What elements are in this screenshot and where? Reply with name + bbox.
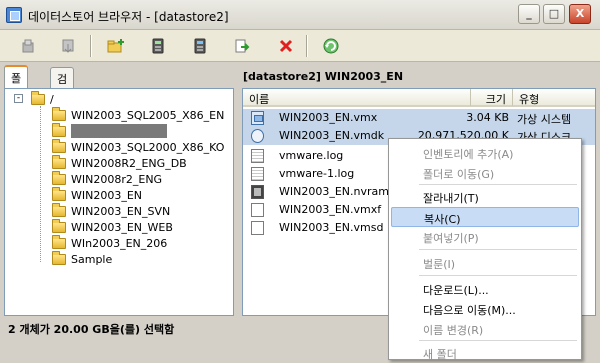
menu-item-new-folder[interactable]: 새 폴더 [391,343,579,363]
tree-item[interactable]: WIN2008R2_ENG_DB [52,154,187,171]
delete-icon [279,39,293,53]
download-button[interactable] [55,34,81,58]
tree-item-label: WIN2003_EN_WEB [71,220,173,234]
upload-button[interactable] [15,34,41,58]
add-to-inventory-icon [152,38,164,54]
folder-icon [52,218,66,233]
disk-icon [194,38,206,54]
menu-item-paste[interactable]: 붙여넣기(P) [391,227,579,247]
tree-root-label: / [50,92,54,106]
vm-icon [251,111,264,125]
file-row[interactable]: WIN2003_EN.vmx 3.04 KB 가상 시스템 [243,109,595,127]
folder-icon [52,202,66,217]
delete-button[interactable] [273,34,299,58]
close-button[interactable]: X [569,4,591,24]
tree-item-label: WIN2003_SQL2000_X86_KO [71,140,225,154]
move-icon [235,39,250,53]
refresh-button[interactable] [318,34,344,58]
file-name: WIN2003_EN.vmdk [279,129,385,142]
tab-search[interactable]: 검색 [50,67,75,102]
folder-icon [52,170,66,185]
app-icon [6,7,22,23]
menu-item-inflate[interactable]: 벌룬(I) [391,253,579,273]
title-bar: 데이터스토어 브라우저 - [datastore2] _ □ X [0,0,600,30]
move-button[interactable] [229,34,255,58]
menu-separator [419,275,577,276]
file-type: 가상 시스템 [517,113,572,126]
redacted-label [71,124,167,138]
file-name: WIN2003_EN.nvram [279,185,389,198]
download-icon [62,39,74,53]
tree-guide-line [40,106,41,262]
tree-item[interactable]: Sample [52,250,113,267]
menu-item-add-to-inventory[interactable]: 인벤토리에 추가(A) [391,143,579,163]
menu-item-rename[interactable]: 이름 변경(R) [391,319,579,339]
log-icon [251,149,264,163]
refresh-icon [323,38,339,54]
tree-item-label: WIN2003_SQL2005_X86_EN [71,108,225,122]
menu-item-download[interactable]: 다운로드(L)... [391,279,579,299]
maximize-button[interactable]: □ [543,4,565,24]
folder-icon [52,250,66,265]
new-folder-icon [107,39,124,53]
folder-icon [52,138,66,153]
tree-item-label: WIN2008r2_ENG [71,172,163,186]
file-name: vmware-1.log [279,167,355,180]
file-name: WIN2003_EN.vmx [279,111,378,124]
minimize-button[interactable]: _ [518,4,540,24]
tree-item[interactable]: WIN2003_EN_SVN [52,202,171,219]
menu-separator [419,249,577,250]
new-folder-button[interactable] [103,34,129,58]
tree-item[interactable]: WIN2003_SQL2005_X86_EN [52,106,225,123]
file-name: vmware.log [279,149,344,162]
file-size: 3.04 KB [466,111,509,124]
tab-folders[interactable]: 폴더 [4,65,29,101]
tree-item[interactable]: WIn2003_EN_206 [52,234,168,251]
folder-open-icon [52,186,66,201]
menu-item-copy[interactable]: 복사(C) [391,207,579,227]
file-icon [251,221,264,235]
file-name: WIN2003_EN.vmsd [279,221,384,234]
folder-icon [31,90,45,105]
nvram-icon [251,185,264,199]
toolbar [0,30,600,62]
tree-item-selected[interactable]: WIN2003_EN [52,186,143,203]
folder-icon [52,106,66,121]
column-header-type[interactable]: 유형 [513,89,595,107]
menu-separator [419,340,577,341]
menu-separator [419,184,577,185]
column-header-name[interactable]: 이름 [243,89,471,107]
folder-icon [52,154,66,169]
window-title: 데이터스토어 브라우저 - [datastore2] [28,10,229,24]
tree-item-label: WIN2008R2_ENG_DB [71,156,187,170]
file-icon [251,203,264,217]
tree-item[interactable]: WIN2003_EN_WEB [52,218,173,235]
file-name: WIN2003_EN.vmxf [279,203,382,216]
upload-icon [22,39,34,53]
tree-item[interactable]: WIN2008r2_ENG [52,170,163,187]
folder-icon [52,234,66,249]
disk-icon [251,129,264,143]
add-to-inventory-button[interactable] [145,34,171,58]
tree-root[interactable]: / [31,90,54,107]
tree-item-label: WIN2003_EN [71,188,143,202]
column-header-size[interactable]: 크기 [471,89,513,107]
tree-item-label: WIN2003_EN_SVN [71,204,171,218]
selection-status: 2 개체가 20.00 GB을(를) 선택함 [8,323,175,336]
tree-item[interactable]: WIN2003_SQL2000_X86_KO [52,138,225,155]
context-menu: 인벤토리에 추가(A) 폴더로 이동(G) 잘라내기(T) 복사(C) 붙여넣기… [388,138,582,363]
menu-item-cut[interactable]: 잘라내기(T) [391,187,579,207]
menu-item-go-to-folder[interactable]: 폴더로 이동(G) [391,163,579,183]
tree-item-label: Sample [71,252,113,266]
tree-item-redacted[interactable] [52,122,167,139]
menu-item-move-to[interactable]: 다음으로 이동(M)... [391,299,579,319]
tree-expander[interactable]: - [14,94,23,103]
disk-button[interactable] [187,34,213,58]
log-icon [251,167,264,181]
folder-icon [52,122,66,137]
tree-item-label: WIn2003_EN_206 [71,236,168,250]
datastore-path-header: [datastore2] WIN2003_EN [243,70,404,83]
